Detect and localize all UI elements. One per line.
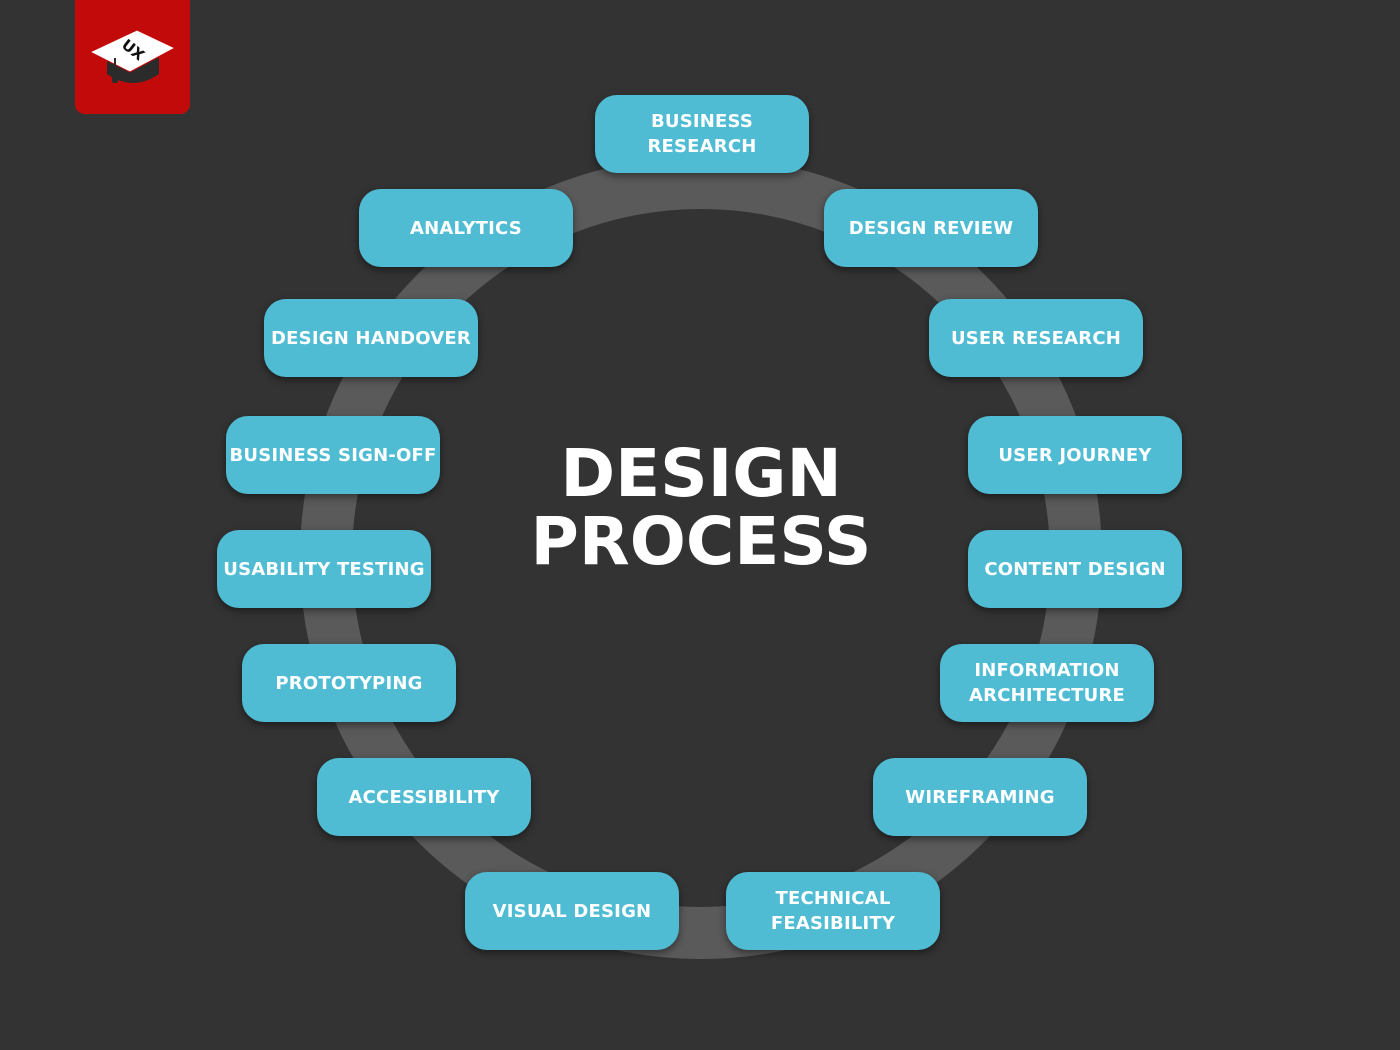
step-design-review[interactable]: DESIGN REVIEW xyxy=(824,189,1038,267)
step-content-design[interactable]: CONTENT DESIGN xyxy=(968,530,1182,608)
step-accessibility[interactable]: ACCESSIBILITY xyxy=(317,758,531,836)
graduation-cap-icon: UX xyxy=(88,29,177,83)
step-design-handover[interactable]: DESIGN HANDOVER xyxy=(264,299,478,377)
step-wireframing[interactable]: WIREFRAMING xyxy=(873,758,1087,836)
step-technical-feasibility[interactable]: TECHNICAL FEASIBILITY xyxy=(726,872,940,950)
step-user-journey[interactable]: USER JOURNEY xyxy=(968,416,1182,494)
step-user-research[interactable]: USER RESEARCH xyxy=(929,299,1143,377)
step-business-research[interactable]: BUSINESS RESEARCH xyxy=(595,95,809,173)
step-visual-design[interactable]: VISUAL DESIGN xyxy=(465,872,679,950)
step-usability-testing[interactable]: USABILITY TESTING xyxy=(217,530,431,608)
step-analytics[interactable]: ANALYTICS xyxy=(359,189,573,267)
step-information-architecture[interactable]: INFORMATION ARCHITECTURE xyxy=(940,644,1154,722)
step-business-sign-off[interactable]: BUSINESS SIGN-OFF xyxy=(226,416,440,494)
ux-logo: UX xyxy=(75,0,190,114)
step-prototyping[interactable]: PROTOTYPING xyxy=(242,644,456,722)
diagram-title: DESIGN PROCESS xyxy=(530,435,872,580)
